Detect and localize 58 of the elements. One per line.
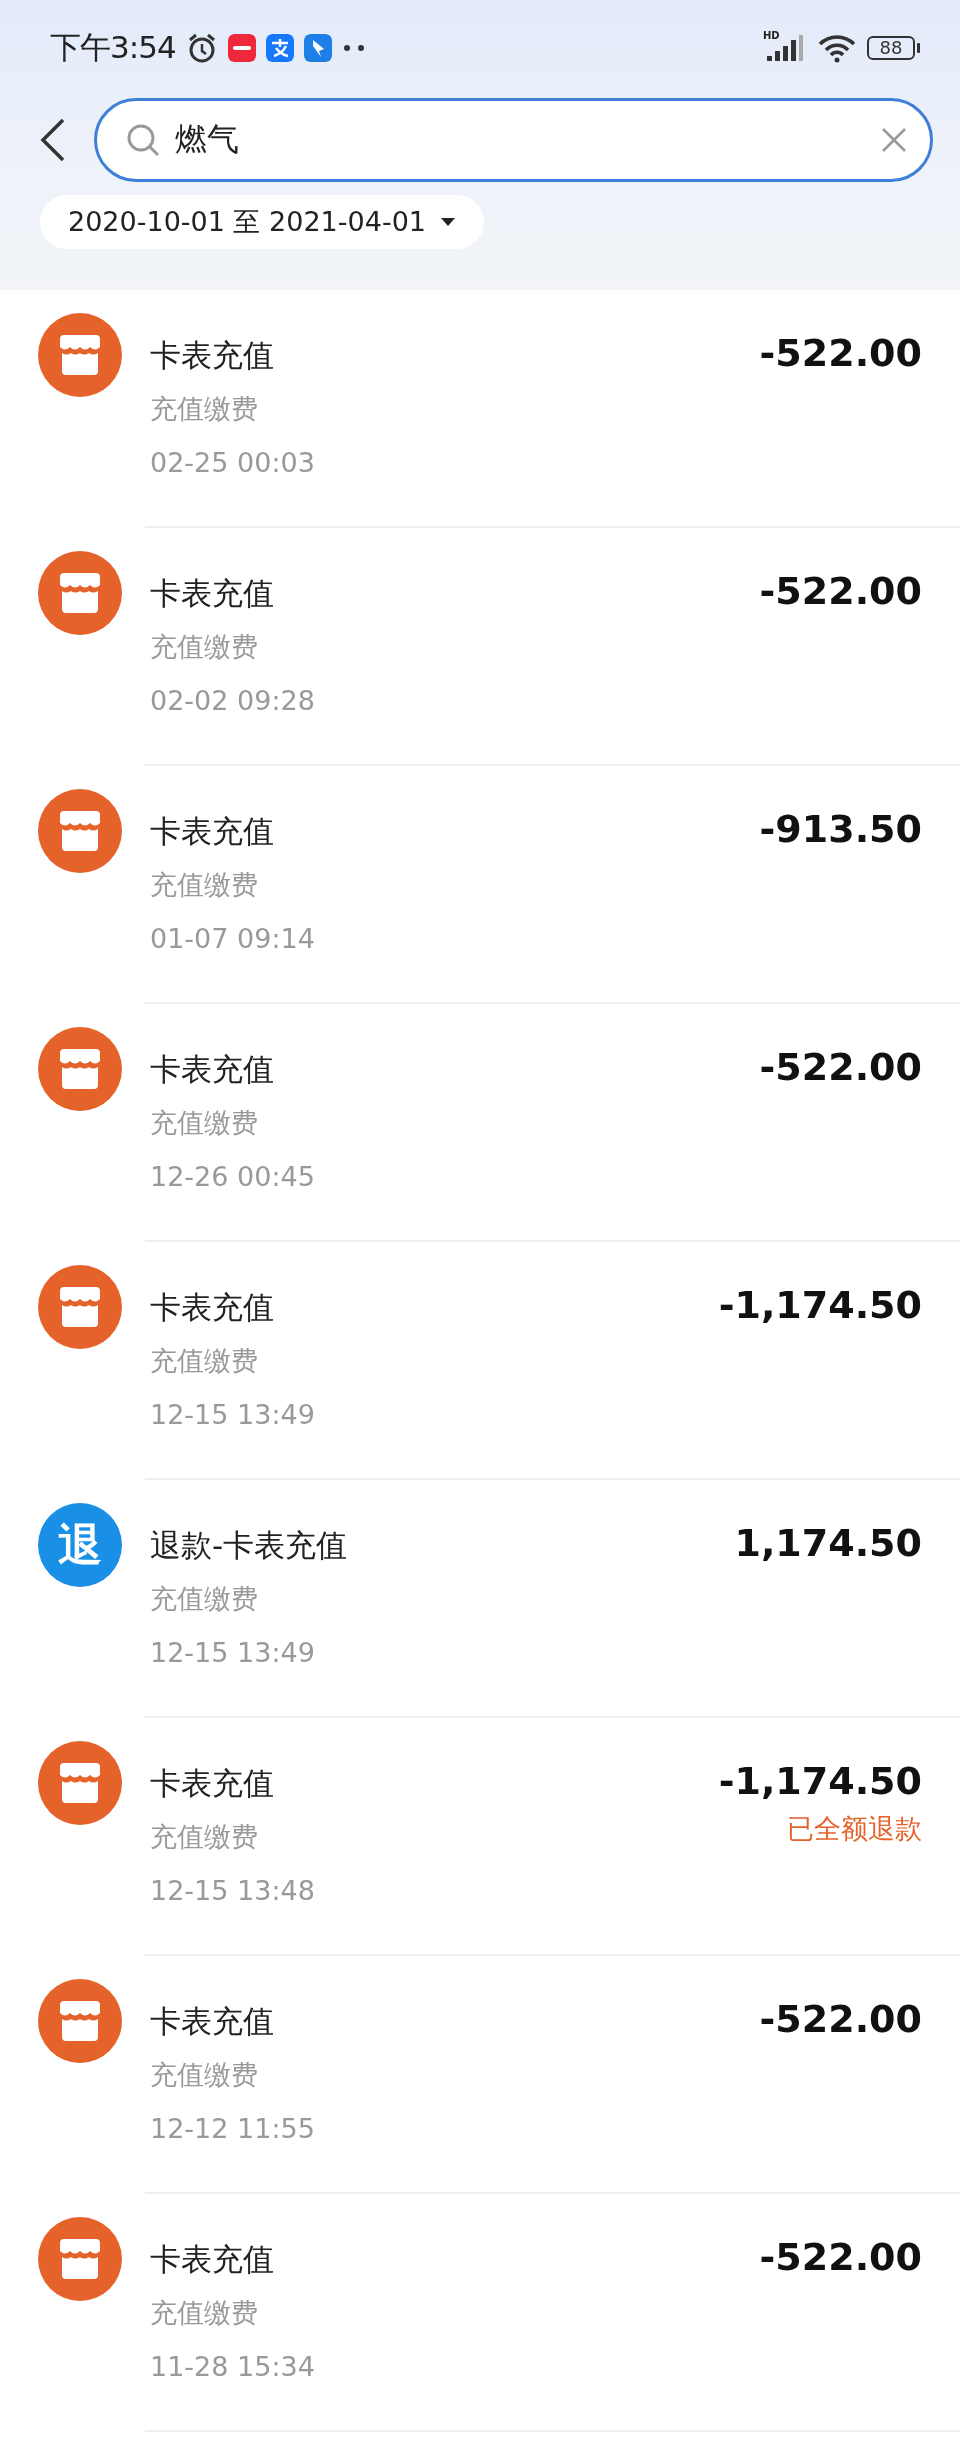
transaction-category: 充值缴费: [150, 630, 259, 664]
transaction-time: 02-02 09:28: [150, 684, 316, 718]
transaction-category: 充值缴费: [150, 392, 259, 426]
transaction-category: 充值缴费: [150, 1582, 259, 1616]
back-icon[interactable]: [40, 118, 66, 162]
refund-status: 已全额退款: [787, 1812, 922, 1846]
wifi-icon: [817, 32, 857, 63]
transaction-amount: -913.50: [759, 806, 922, 853]
transaction-title: 卡表充值: [150, 812, 275, 851]
date-range-dropdown[interactable]: 2020-10-01 至 2021-04-01: [40, 195, 484, 249]
app-notification-icon: [303, 33, 332, 62]
shop-icon: [38, 1741, 122, 1825]
transaction-amount: -522.00: [759, 2234, 922, 2281]
transaction-title: 卡表充值: [150, 1288, 275, 1327]
shop-icon: [38, 313, 122, 397]
status-time: 下午3:54: [50, 27, 176, 67]
transaction-amount: -522.00: [759, 330, 922, 377]
shop-icon: [38, 789, 122, 873]
shop-icon: [38, 2217, 122, 2301]
transaction-amount: -522.00: [759, 568, 922, 615]
caret-icon: [440, 217, 456, 227]
transaction-amount: -1,174.50: [718, 1758, 922, 1805]
transaction-title: 卡表充值: [150, 1050, 275, 1089]
refund-badge: 退: [38, 1503, 122, 1587]
shop-icon: [38, 1027, 122, 1111]
search-icon: [125, 122, 161, 158]
transaction-time: 12-12 11:55: [150, 2112, 316, 2146]
shop-icon: [38, 1265, 122, 1349]
transaction-title: 卡表充值: [150, 1764, 275, 1803]
shop-icon: [38, 551, 122, 635]
transaction-amount: 1,174.50: [734, 1520, 922, 1567]
shop-icon: [38, 1979, 122, 2063]
transaction-time: 11-28 15:34: [150, 2350, 316, 2384]
transaction-time: 12-15 13:48: [150, 1874, 316, 1908]
transaction-category: 充值缴费: [150, 1106, 259, 1140]
transaction-time: 01-07 09:14: [150, 922, 316, 956]
transaction-title: 卡表充值: [150, 2240, 275, 2279]
transaction-title: 卡表充值: [150, 2002, 275, 2041]
transaction-amount: -522.00: [759, 1996, 922, 2043]
transaction-time: 12-15 13:49: [150, 1398, 316, 1432]
transaction-category: 充值缴费: [150, 1344, 259, 1378]
transaction-time: 12-26 00:45: [150, 1160, 316, 1194]
transaction-category: 充值缴费: [150, 2296, 259, 2330]
app-notification-icon: [265, 33, 294, 62]
transaction-title: 退款-卡表充值: [150, 1526, 349, 1565]
transaction-title: 卡表充值: [150, 336, 275, 375]
clear-icon[interactable]: [880, 126, 908, 154]
app-notification-icon: [227, 33, 256, 62]
transaction-amount: -522.00: [759, 1044, 922, 1091]
transaction-time: 12-15 13:49: [150, 1636, 316, 1670]
transaction-category: 充值缴费: [150, 868, 259, 902]
transaction-amount: -1,174.50: [718, 1282, 922, 1329]
transaction-category: 充值缴费: [150, 2058, 259, 2092]
transaction-title: 卡表充值: [150, 574, 275, 613]
search-input[interactable]: 燃气: [175, 121, 866, 159]
transaction-time: 02-25 00:03: [150, 446, 316, 480]
search-bar[interactable]: 燃气: [94, 98, 933, 182]
transaction-category: 充值缴费: [150, 1820, 259, 1854]
